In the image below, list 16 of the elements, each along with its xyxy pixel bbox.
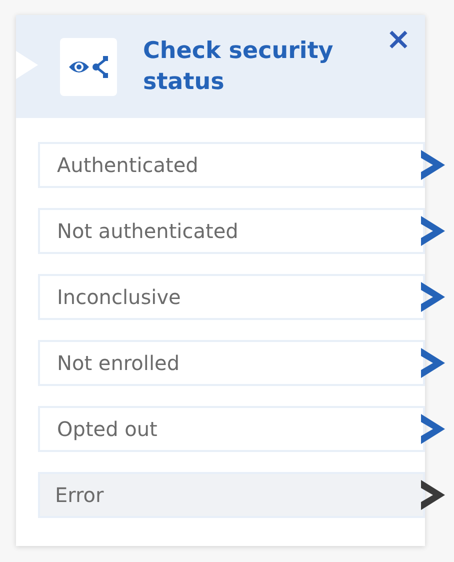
branch-item[interactable]: Authenticated	[38, 142, 425, 188]
close-button[interactable]: ×	[384, 25, 413, 55]
branch-item[interactable]: Opted out	[38, 406, 425, 452]
error-branch[interactable]: Error	[38, 472, 425, 518]
block-title: Check security status	[143, 36, 334, 96]
branch-item[interactable]: Not authenticated	[38, 208, 425, 254]
eye-network-icon	[60, 38, 117, 96]
connector-arrow-icon[interactable]	[421, 216, 445, 246]
connector-arrow-icon[interactable]	[421, 480, 445, 510]
branch-item[interactable]: Inconclusive	[38, 274, 425, 320]
connector-arrow-icon[interactable]	[421, 348, 445, 378]
connector-arrow-icon[interactable]	[421, 282, 445, 312]
entry-point-icon	[16, 51, 38, 79]
connector-arrow-icon[interactable]	[421, 150, 445, 180]
connector-arrow-icon[interactable]	[421, 414, 445, 444]
branch-item[interactable]: Not enrolled	[38, 340, 425, 386]
